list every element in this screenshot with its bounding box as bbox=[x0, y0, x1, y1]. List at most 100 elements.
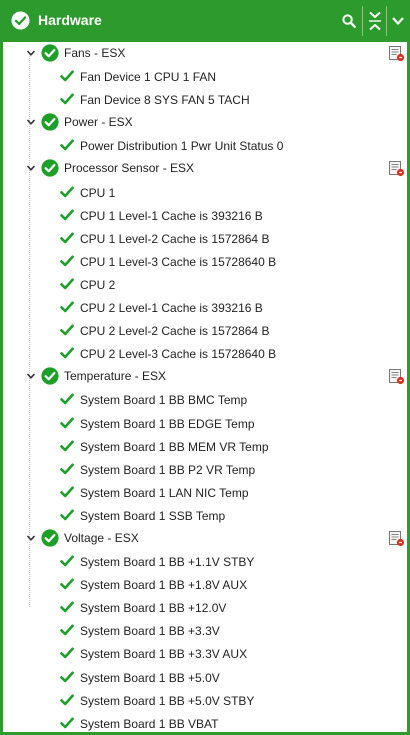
check-icon bbox=[60, 578, 74, 590]
tree-item-label: CPU 2 bbox=[80, 277, 116, 292]
panel-header: Hardware bbox=[0, 0, 410, 42]
tree-group-label: Power - ESX bbox=[64, 115, 133, 130]
tree-item[interactable]: System Board 1 BB +1.1V STBY bbox=[3, 550, 407, 573]
tree-item-label: System Board 1 BB EDGE Temp bbox=[80, 416, 255, 431]
tree-item[interactable]: System Board 1 BB +5.0V STBY bbox=[3, 689, 407, 712]
check-icon bbox=[60, 232, 74, 244]
check-icon bbox=[60, 255, 74, 267]
chevron-down-icon[interactable] bbox=[26, 117, 36, 127]
check-circle-icon bbox=[41, 113, 59, 131]
tree-group-power-esx[interactable]: Power - ESX bbox=[3, 111, 407, 134]
tree-item-label: System Board 1 BB VBAT bbox=[80, 716, 219, 731]
chevron-down-icon bbox=[392, 17, 404, 25]
tree-item[interactable]: System Board 1 BB VBAT bbox=[3, 712, 407, 735]
tree-item[interactable]: CPU 2 Level-2 Cache is 1572864 B bbox=[3, 319, 407, 342]
chevron-down-icon[interactable] bbox=[26, 533, 36, 543]
tree-group-voltage-esx[interactable]: Voltage - ESX bbox=[3, 527, 407, 550]
report-icon[interactable] bbox=[388, 530, 405, 547]
check-icon bbox=[60, 209, 74, 220]
tree-item[interactable]: Fan Device 1 CPU 1 FAN bbox=[3, 65, 407, 88]
tree-item-label: System Board 1 BB P2 VR Temp bbox=[80, 462, 256, 477]
search-icon bbox=[342, 14, 356, 28]
tree-item[interactable]: System Board 1 BB +1.8V AUX bbox=[3, 573, 407, 596]
panel-title: Hardware bbox=[38, 12, 102, 28]
check-circle-icon bbox=[41, 529, 59, 547]
check-icon bbox=[60, 417, 74, 428]
tree-item-label: CPU 1 Level-1 Cache is 393216 B bbox=[80, 208, 263, 223]
check-icon bbox=[60, 486, 74, 498]
tree-item-label: System Board 1 BB +1.1V STBY bbox=[80, 555, 255, 570]
check-icon bbox=[60, 324, 74, 336]
collapse-all-icon bbox=[369, 11, 381, 31]
tree-item-label: System Board 1 BB +3.3V AUX bbox=[80, 647, 248, 662]
tree-group-label: Processor Sensor - ESX bbox=[64, 161, 195, 176]
search-button[interactable] bbox=[337, 8, 361, 34]
tree-item[interactable]: System Board 1 BB +12.0V bbox=[3, 596, 407, 619]
tree-item[interactable]: System Board 1 BB MEM VR Temp bbox=[3, 435, 407, 458]
tree-group-processor-sensor-esx[interactable]: Processor Sensor - ESX bbox=[3, 157, 407, 180]
tree-item[interactable]: Fan Device 8 SYS FAN 5 TACH bbox=[3, 88, 407, 111]
tree-item[interactable]: System Board 1 BB +3.3V AUX bbox=[3, 642, 407, 665]
tree-item[interactable]: System Board 1 LAN NIC Temp bbox=[3, 481, 407, 504]
tree-item-label: System Board 1 BB +3.3V bbox=[80, 624, 220, 639]
tree-group-temperature-esx[interactable]: Temperature - ESX bbox=[3, 365, 407, 388]
tree-item[interactable]: CPU 1 Level-1 Cache is 393216 B bbox=[3, 204, 407, 227]
tree-item[interactable]: CPU 1 bbox=[3, 181, 407, 204]
check-icon bbox=[60, 717, 74, 729]
check-icon bbox=[60, 93, 74, 105]
tree-group-label: Voltage - ESX bbox=[64, 530, 139, 545]
check-icon bbox=[60, 440, 74, 451]
check-icon bbox=[60, 555, 74, 567]
check-icon bbox=[60, 601, 74, 613]
tree-item-label: System Board 1 BB BMC Temp bbox=[80, 393, 248, 408]
tree-item[interactable]: System Board 1 BB +5.0V bbox=[3, 666, 407, 689]
tree-item-label: System Board 1 BB +5.0V STBY bbox=[80, 693, 255, 708]
chevron-down-icon[interactable] bbox=[26, 48, 36, 58]
tree-item[interactable]: System Board 1 BB P2 VR Temp bbox=[3, 458, 407, 481]
chevron-down-icon[interactable] bbox=[26, 371, 36, 381]
check-icon bbox=[60, 301, 74, 313]
tree-item-label: CPU 1 bbox=[80, 185, 116, 200]
chevron-down-icon[interactable] bbox=[26, 163, 36, 173]
check-icon bbox=[60, 70, 74, 82]
check-circle-icon bbox=[11, 11, 30, 30]
tree-item-label: Fan Device 8 SYS FAN 5 TACH bbox=[80, 93, 250, 108]
tree-item[interactable]: CPU 1 Level-3 Cache is 15728640 B bbox=[3, 250, 407, 273]
hardware-tree: Fans - ESX Fan Device 1 CPU 1 FAN Fan Devi… bbox=[3, 42, 407, 735]
collapse-all-button[interactable] bbox=[363, 8, 387, 34]
tree-item[interactable]: CPU 2 bbox=[3, 273, 407, 296]
check-icon bbox=[60, 278, 74, 290]
check-icon bbox=[60, 347, 74, 359]
check-icon bbox=[60, 647, 74, 659]
report-icon[interactable] bbox=[388, 45, 405, 62]
tree-item[interactable]: Power Distribution 1 Pwr Unit Status 0 bbox=[3, 134, 407, 157]
tree-item[interactable]: System Board 1 BB BMC Temp bbox=[3, 388, 407, 411]
tree-item-label: System Board 1 LAN NIC Temp bbox=[80, 485, 249, 500]
check-icon bbox=[60, 186, 74, 197]
tree-item-label: CPU 2 Level-1 Cache is 393216 B bbox=[80, 301, 263, 316]
tree-group-label: Fans - ESX bbox=[64, 46, 126, 60]
tree-item[interactable]: CPU 2 Level-1 Cache is 393216 B bbox=[3, 296, 407, 319]
tree-item[interactable]: System Board 1 BB +3.3V bbox=[3, 619, 407, 642]
check-icon bbox=[60, 393, 74, 405]
check-icon bbox=[60, 509, 74, 521]
tree-group-fans-esx[interactable]: Fans - ESX bbox=[3, 42, 407, 65]
tree-item-label: Fan Device 1 CPU 1 FAN bbox=[80, 70, 217, 85]
tree-item-label: System Board 1 BB +12.0V bbox=[80, 601, 227, 616]
check-icon bbox=[60, 624, 74, 636]
tree-item[interactable]: CPU 1 Level-2 Cache is 1572864 B bbox=[3, 227, 407, 250]
tree-item-label: CPU 2 Level-3 Cache is 15728640 B bbox=[80, 347, 277, 362]
report-icon[interactable] bbox=[388, 160, 405, 177]
report-icon[interactable] bbox=[388, 368, 405, 385]
tree-item-label: Power Distribution 1 Pwr Unit Status 0 bbox=[80, 139, 284, 154]
tree-item-label: CPU 1 Level-3 Cache is 15728640 B bbox=[80, 254, 277, 269]
check-icon bbox=[60, 671, 74, 682]
tree-item[interactable]: System Board 1 SSB Temp bbox=[3, 504, 407, 527]
tree-item[interactable]: System Board 1 BB EDGE Temp bbox=[3, 412, 407, 435]
panel-menu-button[interactable] bbox=[386, 8, 410, 34]
check-circle-icon bbox=[41, 159, 59, 178]
hardware-panel: Hardware Fans - ESX Fan Device 1 CPU 1 FA… bbox=[0, 0, 410, 735]
tree-item[interactable]: CPU 2 Level-3 Cache is 15728640 B bbox=[3, 342, 407, 365]
tree-item-label: System Board 1 BB +1.8V AUX bbox=[80, 578, 248, 593]
tree-item-label: System Board 1 BB MEM VR Temp bbox=[80, 439, 269, 454]
